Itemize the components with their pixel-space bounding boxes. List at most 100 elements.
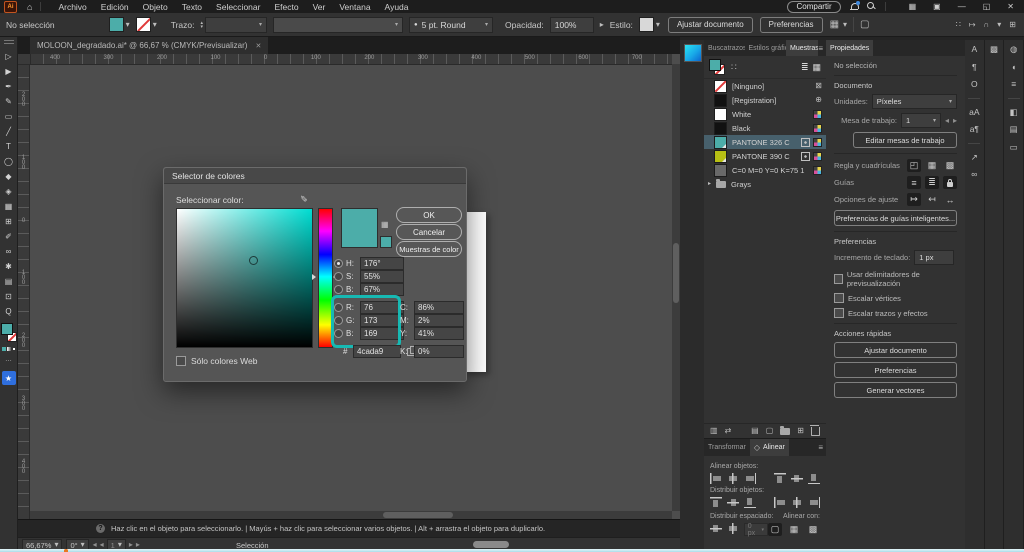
variable-width-combo[interactable]: ▾ xyxy=(273,16,403,33)
swatch-libraries-icon[interactable]: ▥ xyxy=(710,427,718,435)
scale-corners-checkbox[interactable] xyxy=(834,293,844,303)
k-input[interactable]: 0% xyxy=(414,345,464,358)
status-scrollbar-thumb[interactable] xyxy=(473,541,509,548)
tab-transformar[interactable]: Transformar xyxy=(704,439,750,456)
gradient-panel-icon[interactable]: ▩ xyxy=(990,45,998,54)
swatch-row-white[interactable]: White xyxy=(704,107,826,121)
eyedropper-tool[interactable]: ✐ xyxy=(0,229,18,244)
tab-alinear[interactable]: ◇ Alinear xyxy=(749,439,789,456)
hex-input[interactable]: 4cada9 xyxy=(353,345,401,358)
h-input[interactable]: 176° xyxy=(360,257,404,270)
swatches-menu-icon[interactable]: ≡ xyxy=(818,40,826,56)
character-styles-panel-icon[interactable]: aA xyxy=(969,107,979,117)
color-mode-color[interactable] xyxy=(1,347,6,351)
isolate-chevron-icon[interactable]: ▾ xyxy=(843,20,847,29)
shape-panel-icon[interactable]: ◖ xyxy=(1011,62,1016,72)
swatch-kinds-icon[interactable]: ∷ xyxy=(731,62,737,72)
smart-guides-prefs-button[interactable]: Preferencias de guías inteligentes... xyxy=(834,210,957,226)
stroke-weight-combo[interactable]: ▾ xyxy=(205,16,267,33)
pencil-tool[interactable]: ✎ xyxy=(0,94,18,109)
menu-edicion[interactable]: Edición xyxy=(94,2,136,12)
gradient-tool[interactable]: ▦ xyxy=(0,199,18,214)
zoom-tool[interactable]: Q xyxy=(0,304,18,319)
distribute-bottom-icon[interactable] xyxy=(744,497,757,508)
artboard-combo[interactable]: 1 ▾ xyxy=(900,113,941,128)
scale-strokes-checkbox-row[interactable]: Escalar trazos y efectos xyxy=(834,308,957,318)
grid-view-icon[interactable]: ▦ xyxy=(812,62,821,73)
fill-color-swatch[interactable] xyxy=(108,17,124,32)
minimize-button[interactable]: — xyxy=(954,2,970,11)
distribute-left-icon[interactable] xyxy=(773,497,786,508)
menu-ver[interactable]: Ver xyxy=(306,2,333,12)
quick-action-fit-document[interactable]: Ajustar documento xyxy=(834,342,957,358)
width-tool[interactable]: ◈ xyxy=(0,184,18,199)
b-input[interactable]: 67% xyxy=(360,283,404,296)
swatch-options-icon[interactable]: ▢ xyxy=(766,427,774,435)
align-menu-icon[interactable]: ≡ xyxy=(818,439,826,456)
web-colors-checkbox[interactable] xyxy=(176,356,186,366)
hue-slider[interactable] xyxy=(318,208,333,348)
ok-button[interactable]: OK xyxy=(396,207,462,223)
menu-seleccionar[interactable]: Seleccionar xyxy=(209,2,267,12)
isolate-icon[interactable]: ▦ xyxy=(830,19,839,30)
prev-artboard-icon[interactable]: ◂ xyxy=(945,116,949,125)
app-logo-icon[interactable]: Ai xyxy=(4,0,17,13)
snap-grid-icon[interactable]: ⊞ xyxy=(1009,20,1016,29)
more-tools-icon[interactable]: … xyxy=(5,356,12,363)
fill-proxy[interactable] xyxy=(0,323,13,335)
show-guides-icon[interactable]: ≡ xyxy=(907,176,921,189)
layers-panel-icon[interactable]: ▤ xyxy=(1010,125,1018,134)
lock-guides-icon[interactable] xyxy=(943,176,957,189)
s-radio[interactable] xyxy=(334,272,343,281)
saturation-brightness-field[interactable] xyxy=(176,208,313,348)
tab-estilos-grafico[interactable]: Estilos gráfic xyxy=(745,40,787,56)
blend-tool[interactable]: ∞ xyxy=(0,244,18,259)
scale-tool[interactable]: ◆ xyxy=(0,169,18,184)
share-button[interactable]: Compartir xyxy=(787,0,841,13)
quick-action-generate-vectors[interactable]: Generar vectores xyxy=(834,382,957,398)
menu-ventana[interactable]: Ventana xyxy=(332,2,377,12)
snap-tab-icon[interactable]: ↦ xyxy=(969,20,976,29)
artboards-panel-icon[interactable]: ▭ xyxy=(1010,142,1018,152)
kbd-increment-input[interactable]: 1 px xyxy=(914,250,955,265)
swatch-row-pantone-390[interactable]: PANTONE 390 C xyxy=(704,149,826,163)
align-right-icon[interactable] xyxy=(744,473,757,484)
swatch-group-grays[interactable]: ▸ Grays xyxy=(704,177,826,191)
delete-swatch-icon[interactable] xyxy=(810,424,820,436)
grid-snap-icon[interactable]: ∷ xyxy=(956,20,961,29)
stroke-chevron-icon[interactable]: ▾ xyxy=(153,20,157,29)
character-panel-icon[interactable]: A xyxy=(972,45,978,54)
restore-button[interactable]: ◱ xyxy=(979,2,995,11)
tab-propiedades[interactable]: Propiedades xyxy=(826,40,874,56)
align-bottom-icon[interactable] xyxy=(807,473,820,484)
workspace-layout-icon[interactable]: ▦ xyxy=(905,2,921,11)
mesh-tool[interactable]: ⊞ xyxy=(0,214,18,229)
appearance-panel-icon[interactable]: ◍ xyxy=(1010,45,1017,54)
b-radio[interactable] xyxy=(334,285,343,294)
color-swatches-button[interactable]: Muestras de color xyxy=(396,241,462,257)
vertical-scrollbar-thumb[interactable] xyxy=(673,242,679,303)
expander-icon[interactable]: ▸ xyxy=(708,181,711,187)
quick-action-preferences[interactable]: Preferencias xyxy=(834,362,957,378)
document-layout-icon[interactable]: ▣ xyxy=(929,2,945,11)
swatch-row-gray-75[interactable]: C=0 M=0 Y=0 K=75 1 xyxy=(704,163,826,177)
next-artboard-icon[interactable]: ▸ xyxy=(129,541,133,549)
units-combo[interactable]: Píxeles ▾ xyxy=(871,94,957,109)
search-icon[interactable] xyxy=(866,2,876,11)
pen-tool[interactable]: ✒ xyxy=(0,79,18,94)
stroke-weight-stepper[interactable]: ▴ ▾ xyxy=(200,20,203,29)
fit-document-button[interactable]: Ajustar documento xyxy=(667,16,753,33)
show-kinds-menu-icon[interactable]: ▤ xyxy=(751,427,759,435)
last-artboard-icon[interactable]: ▸ xyxy=(136,541,140,549)
menu-ayuda[interactable]: Ayuda xyxy=(378,2,416,12)
color-theme-thumbnail-icon[interactable] xyxy=(684,44,702,62)
opentype-panel-icon[interactable]: O xyxy=(971,80,978,89)
eyedropper-icon[interactable]: ✎ xyxy=(300,192,308,203)
web-colors-checkbox-row[interactable]: Sólo colores Web xyxy=(176,356,257,366)
edit-toolbar-button[interactable]: ★ xyxy=(1,371,16,385)
close-button[interactable]: ✕ xyxy=(1003,2,1018,11)
tab-buscatrazos[interactable]: Buscatrazos xyxy=(704,40,745,56)
notifications-bell-icon[interactable] xyxy=(849,0,860,11)
horizontal-scrollbar[interactable] xyxy=(30,511,672,519)
paragraph-panel-icon[interactable]: ¶ xyxy=(972,62,977,72)
